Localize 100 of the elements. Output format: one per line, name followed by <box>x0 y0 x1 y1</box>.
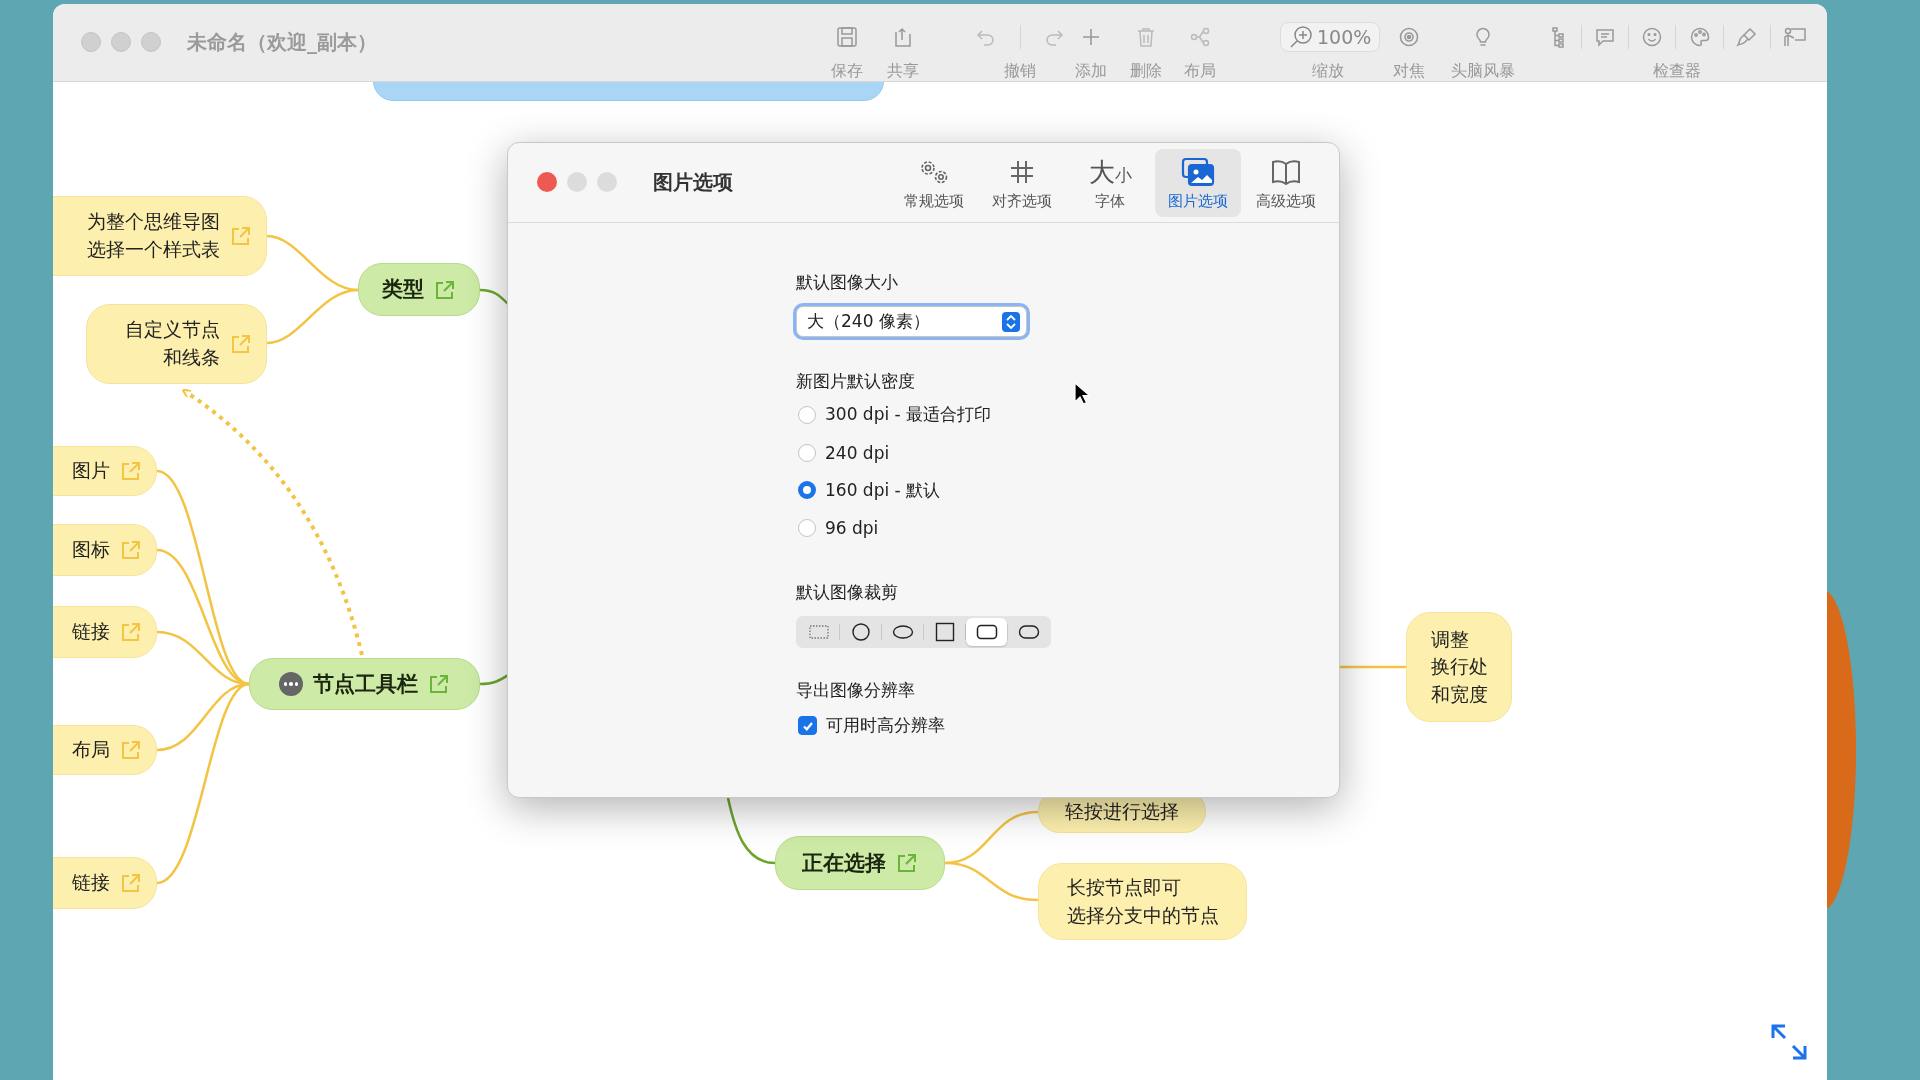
node-text-line: 和线条 <box>163 345 220 370</box>
stepper-icon <box>1002 311 1020 332</box>
speech-bubble-icon[interactable] <box>1594 26 1617 48</box>
mind-map-node[interactable]: 链接 <box>53 857 157 909</box>
close-button[interactable] <box>537 172 557 192</box>
radio-label: 300 dpi - 最适合打印 <box>825 403 992 427</box>
connector-line <box>1340 665 1406 669</box>
zoom-button[interactable] <box>597 172 617 192</box>
node-text-line: 类型 <box>382 276 424 304</box>
node-text-line: 调整 <box>1430 626 1469 652</box>
link-icon[interactable] <box>120 621 142 643</box>
minimize-button[interactable] <box>111 32 131 52</box>
circle-icon <box>850 621 871 642</box>
toolbar-label: 保存 <box>831 61 863 81</box>
node-text-line: 轻按进行选择 <box>1065 798 1179 824</box>
brush-icon[interactable] <box>1735 26 1758 48</box>
toolbar-label: 检查器 <box>1653 61 1701 81</box>
smiley-icon[interactable] <box>1641 26 1664 48</box>
crop-shape-segment[interactable] <box>966 617 1007 646</box>
node-text-line: 正在选择 <box>802 849 886 877</box>
radio-button[interactable] <box>798 405 816 424</box>
mind-map-node[interactable]: 自定义节点 和线条 <box>86 304 267 384</box>
rounded-rectangle-icon <box>975 623 998 640</box>
mind-map-node[interactable]: 类型 <box>358 263 480 316</box>
toolbar-label: 对焦 <box>1393 61 1425 81</box>
mind-map-node[interactable]: 链接 <box>53 606 157 658</box>
link-icon[interactable] <box>434 278 456 301</box>
minimize-button[interactable] <box>567 172 587 192</box>
link-icon[interactable] <box>230 333 252 355</box>
mind-map-node[interactable]: 为整个思维导图 选择一个样式表 <box>53 196 267 276</box>
preferences-tab[interactable]: 常规选项 <box>891 149 977 217</box>
font-size-glyph: 大小 <box>1088 159 1132 185</box>
preferences-tab[interactable]: 高级选项 <box>1243 149 1329 217</box>
target-icon[interactable] <box>1398 26 1420 48</box>
dotted-rectangle-icon <box>808 623 829 640</box>
expand-icon[interactable] <box>1769 1022 1809 1062</box>
ellipse-icon <box>891 623 914 640</box>
link-icon[interactable] <box>428 673 450 695</box>
preferences-tab[interactable]: 图片选项 <box>1155 149 1241 217</box>
plus-icon[interactable] <box>1080 26 1102 48</box>
toolbar-label: 缩放 <box>1312 61 1344 81</box>
section-label: 新图片默认密度 <box>796 370 916 393</box>
toolbar-label: 布局 <box>1184 61 1216 81</box>
mind-map-node[interactable]: 节点工具栏 <box>249 658 480 710</box>
mind-map-node[interactable]: 调整 换行处 和宽度 <box>1406 612 1512 722</box>
node-text-line: 链接 <box>72 870 110 896</box>
node-text-line: 自定义节点 <box>125 317 220 343</box>
node-text-line: 和宽度 <box>1430 681 1488 707</box>
nodes-icon[interactable] <box>1189 26 1211 48</box>
node-text-line: 选择一个样式表 <box>87 237 220 262</box>
toolbar-label: 头脑风暴 <box>1451 61 1515 81</box>
toolbar-label: 撤销 <box>1004 61 1036 81</box>
palette-icon[interactable] <box>1688 26 1711 48</box>
zoom-button[interactable] <box>141 32 161 52</box>
preferences-tab[interactable]: 大小 字体 <box>1067 149 1153 217</box>
grid-icon <box>1008 158 1036 186</box>
checkbox[interactable] <box>798 716 817 736</box>
checkbox-label: 可用时高分辨率 <box>826 714 945 738</box>
node-text-line: 选择分支中的节点 <box>1066 902 1219 928</box>
node-text-line: 布局 <box>72 737 110 763</box>
radio-button[interactable] <box>798 518 816 537</box>
link-icon[interactable] <box>230 225 252 247</box>
save-icon[interactable] <box>836 26 858 48</box>
link-icon[interactable] <box>896 852 918 874</box>
share-icon[interactable] <box>892 26 914 48</box>
window-title: 未命名（欢迎_副本） <box>187 28 377 56</box>
zoom-in-icon <box>1289 25 1313 49</box>
mind-map-node[interactable]: 图标 <box>53 524 157 576</box>
book-icon <box>1270 158 1302 186</box>
link-icon[interactable] <box>120 460 142 482</box>
mind-map-node[interactable]: 布局 <box>53 725 157 775</box>
more-icon[interactable] <box>279 672 303 696</box>
toolbar-label: 添加 <box>1075 61 1107 81</box>
connector-line <box>726 797 776 865</box>
mouse-pointer-icon <box>1074 382 1090 406</box>
mind-map-node[interactable]: 图片 <box>53 446 157 496</box>
preferences-tab[interactable]: 对齐选项 <box>979 149 1065 217</box>
node-text-line: 图片 <box>72 458 110 484</box>
node-text-line: 长按节点即可 <box>1066 874 1181 900</box>
presenter-icon[interactable] <box>1782 26 1807 48</box>
image-size-select[interactable]: 大（240 像素） <box>796 306 1027 337</box>
section-label: 默认图像大小 <box>796 271 899 294</box>
section-label: 默认图像裁剪 <box>796 580 899 604</box>
square-icon <box>934 621 955 642</box>
node-text-line: 图标 <box>72 537 110 563</box>
link-icon[interactable] <box>120 539 142 561</box>
radio-button[interactable] <box>798 443 816 462</box>
node-text-line: 节点工具栏 <box>313 670 418 698</box>
trash-icon[interactable] <box>1135 26 1157 48</box>
capsule-icon <box>1017 623 1040 640</box>
mind-map-node[interactable]: 长按节点即可 选择分支中的节点 <box>1038 863 1247 940</box>
radio-label: 160 dpi - 默认 <box>825 478 941 502</box>
link-icon[interactable] <box>120 739 142 761</box>
close-button[interactable] <box>81 32 101 52</box>
mind-map-node[interactable]: 正在选择 <box>775 836 945 890</box>
dialog-title: 图片选项 <box>653 168 733 196</box>
link-icon[interactable] <box>120 872 142 894</box>
section-label: 导出图像分辨率 <box>796 678 916 702</box>
radio-button[interactable] <box>798 481 816 500</box>
photos-icon <box>1181 157 1215 187</box>
